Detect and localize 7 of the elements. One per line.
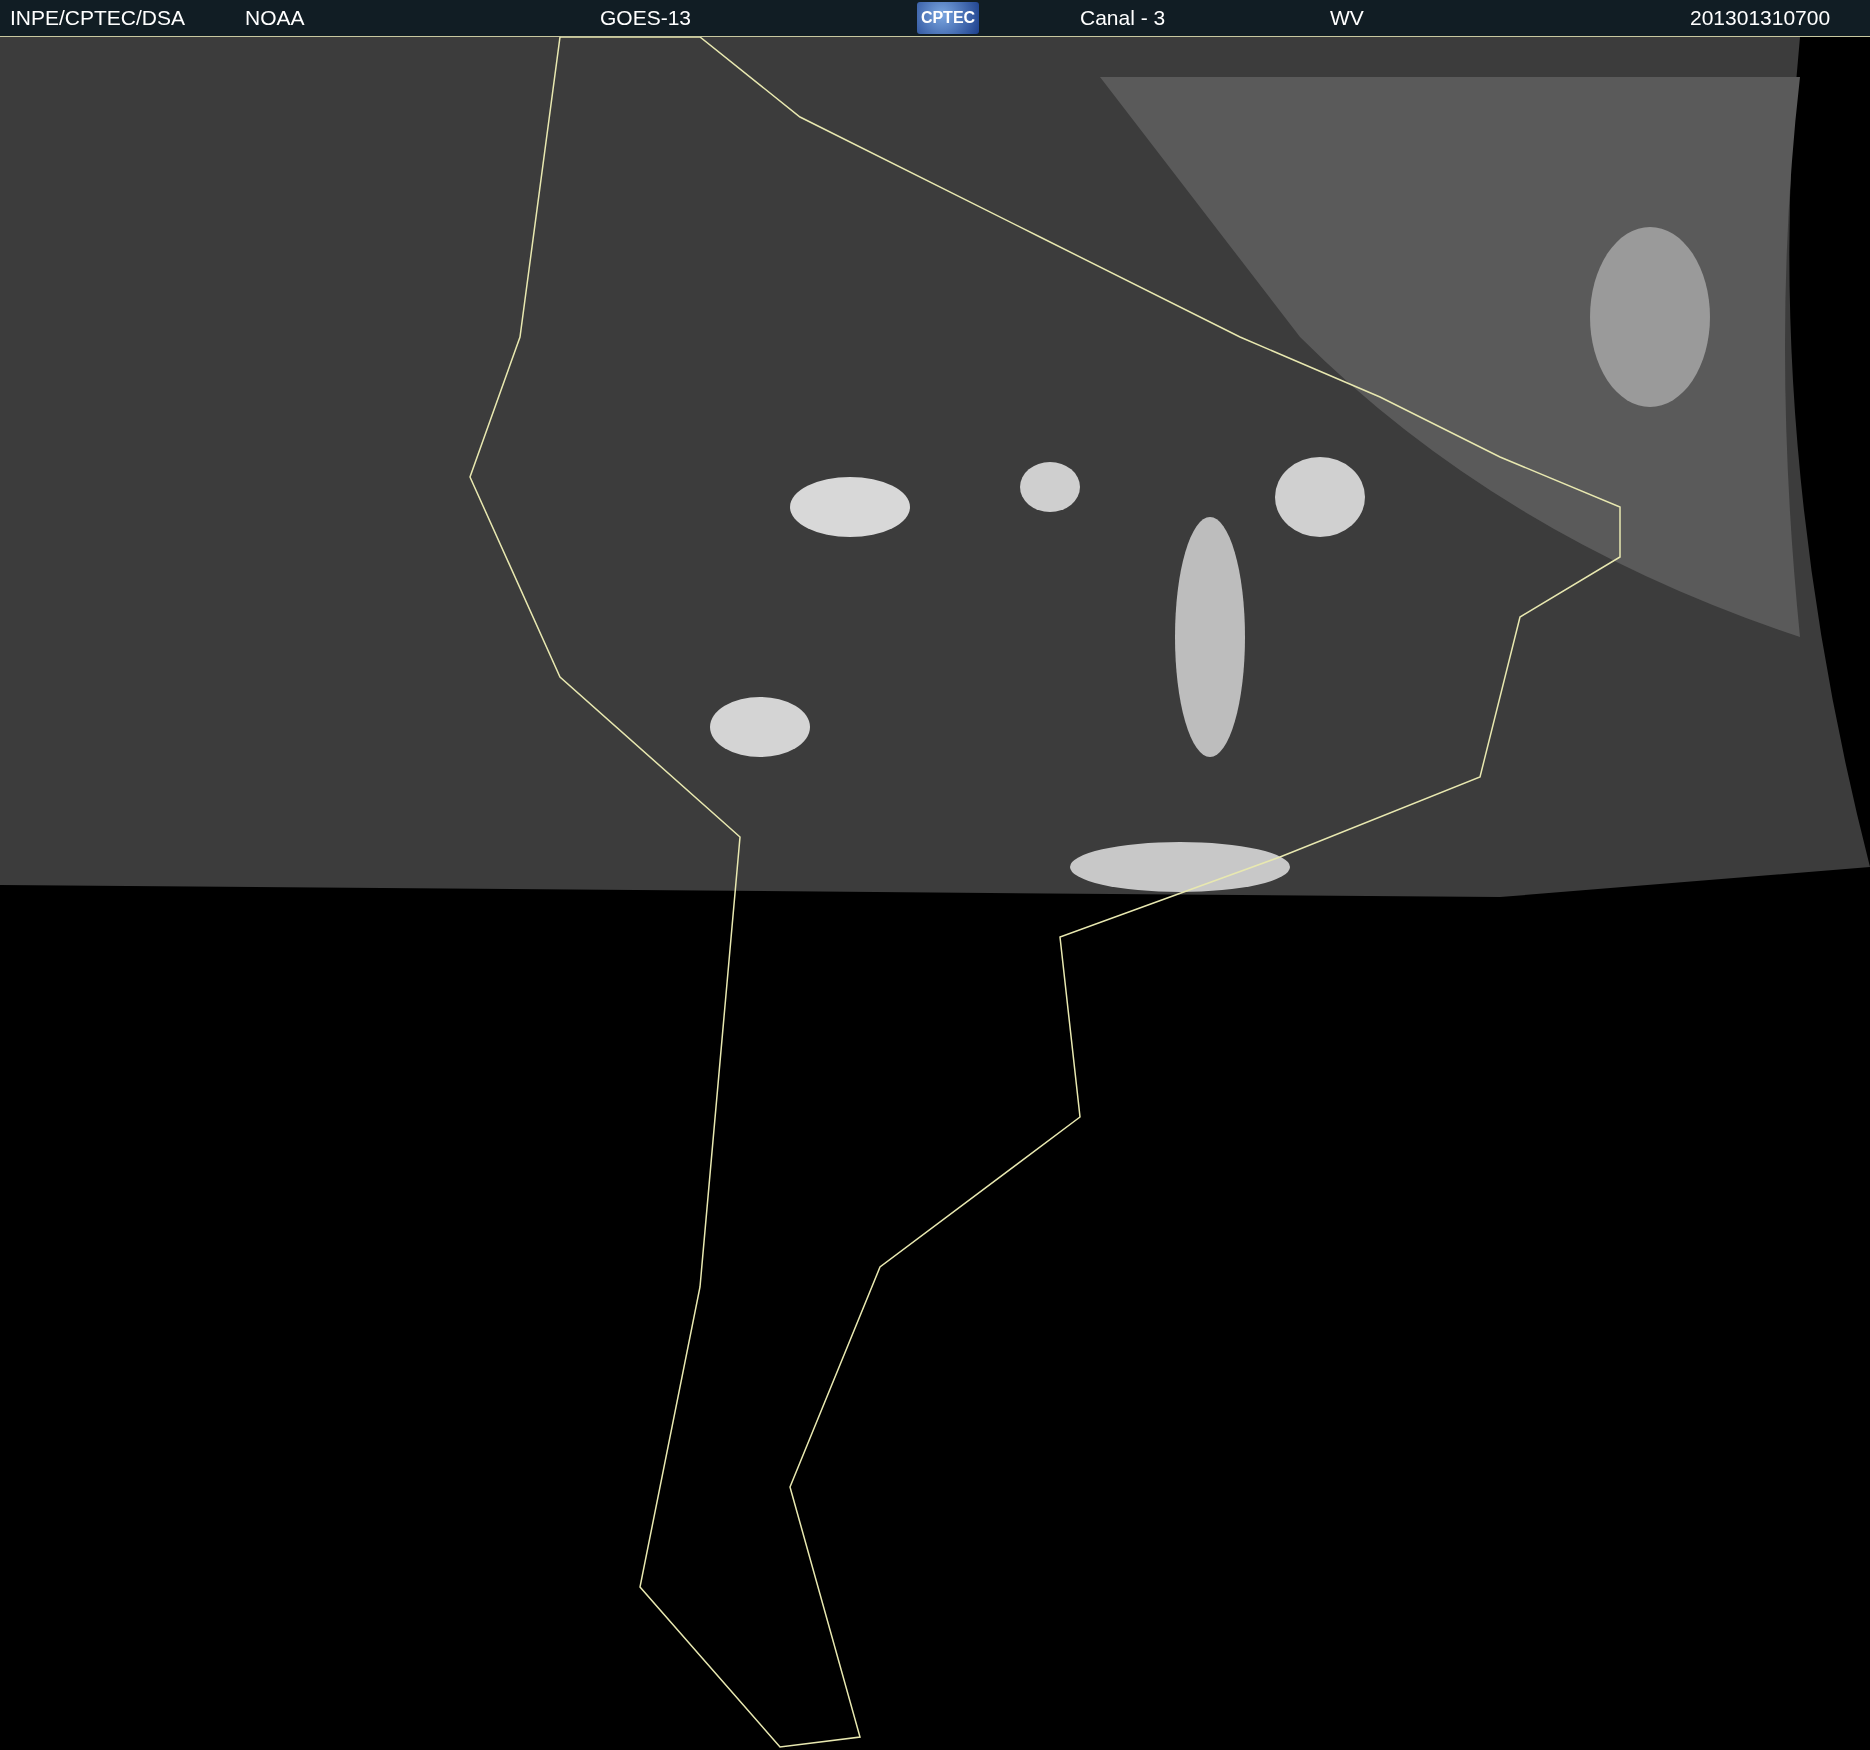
logo: CPTEC [917, 2, 979, 34]
source-label: NOAA [245, 6, 306, 30]
agency-label: INPE/CPTEC/DSA [10, 6, 187, 30]
band-label: WV [1330, 6, 1365, 30]
timestamp-label: 201301310700 [1690, 6, 1832, 30]
satellite-label: GOES-13 [600, 6, 693, 30]
channel-label: Canal - 3 [1080, 6, 1167, 30]
